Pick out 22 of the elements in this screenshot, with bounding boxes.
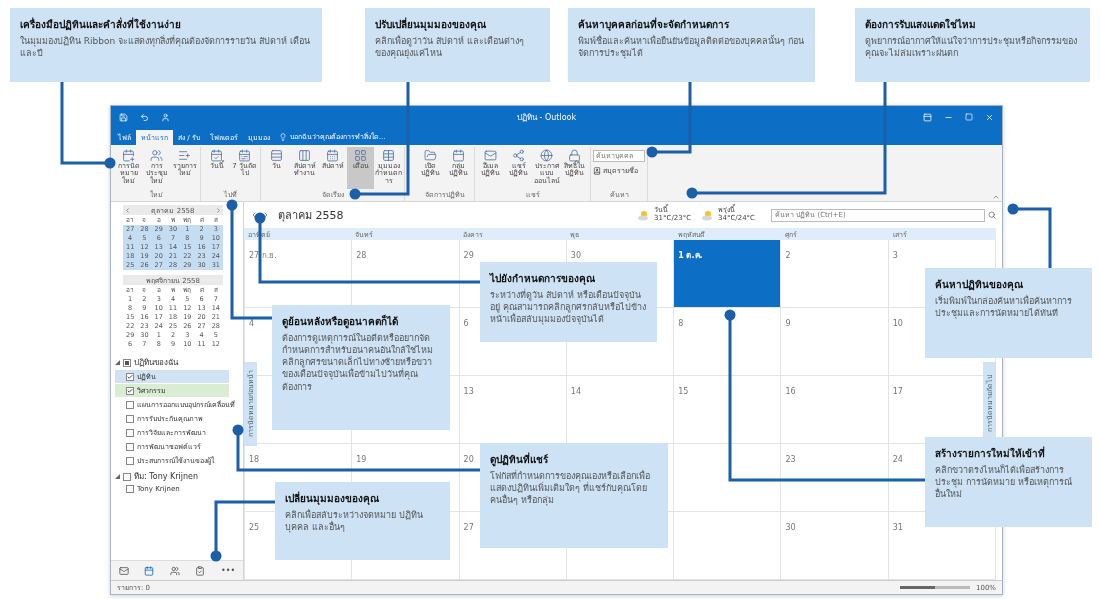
callout-text: โฟกัสที่กำหนดการของคุณเองหรือเลือกเพื่อแสดงปฏิทินเพิ่มเติมใดๆ ที่แชร์กับคุณโดยคนอื่นๆ หรือกลุ่ม bbox=[490, 470, 651, 507]
window-title: ปฏิทิน - Outlook bbox=[515, 111, 578, 124]
callout-title: ดูปฏิทินที่แชร์ bbox=[490, 452, 549, 467]
callout-text: ดูพยากรณ์อากาศให้แน่ใจว่าการประชุมหรือกิจกรรมของคุณจะไม่ล่มเพราะฝนตก bbox=[865, 35, 1078, 60]
callout-title: สร้างรายการใหม่ให้เข้าที่ bbox=[935, 446, 1046, 461]
callout-text: พิมพ์ชื่อและค้นหาเพื่อยืนยันข้อมูลติดต่อของบุคคลนั้นๆ ก่อนจัดการประชุมได้ bbox=[578, 35, 805, 60]
callout-text: คลิกเพื่อดูว่าวัน สัปดาห์ และเดือนต่างๆ ของคุณยุ่งแค่ไหน bbox=[375, 35, 525, 60]
callout-text: ในมุมมองปฏิทิน Ribbon จะแสดงทุกสิ่งที่คุณต้องจัดการรายวัน สัปดาห์ เดือน และปี bbox=[20, 35, 311, 60]
callout-title: ปรับเปลี่ยนมุมมองของคุณ bbox=[375, 17, 487, 32]
callout-title: ต้องการรับแสงแดดใช่ไหม bbox=[865, 17, 977, 32]
callout-title: ค้นหาปฏิทินของคุณ bbox=[935, 278, 1024, 292]
callout-text: คลิกเพื่อสลับระหว่างจดหมาย ปฏิทิน บุคคล และอื่นๆ bbox=[285, 509, 424, 534]
month-title: ตุลาคม 2558 bbox=[278, 208, 345, 224]
callout-text: คลิกขวาตรงไหนก็ได้เพื่อสร้างการประชุม การนัดหมาย หรือเหตุการณ์อื่นใหม่ bbox=[935, 464, 1073, 501]
callout-text: ต้องการดูเหตุการณ์ในอดีตหรืออยากจัดกำหนดการสำหรับอนาคนอันใกล้ใช่ไหม คลิกลูกศรขนาดเล็กไปทางซ้ายหรือขวาของเดือนปัจจุบันเพื่อข้ามไปวันที่คุณต้องการ bbox=[282, 332, 434, 393]
group-label: ทีม: Tony Krijnen bbox=[134, 471, 199, 483]
callout-text: เริ่มพิมพ์ในกล่องค้นหาเพื่อค้นหาการประชุมและการนัดหมายได้ทันที bbox=[935, 295, 1073, 320]
group-label: ปฏิทินของฉัน bbox=[134, 357, 178, 369]
callout-title: ค้นหาบุคคลก่อนที่จะจัดกำหนดการ bbox=[578, 17, 730, 32]
callout-title: ไปยังกำหนดการของคุณ bbox=[490, 271, 596, 286]
callout-title: เครื่องมือปฏิทินและคำสั่งที่ใช้งานง่าย bbox=[20, 17, 182, 32]
callout-title: ดูย้อนหลังหรือดูอนาคตก็ได้ bbox=[282, 314, 399, 329]
